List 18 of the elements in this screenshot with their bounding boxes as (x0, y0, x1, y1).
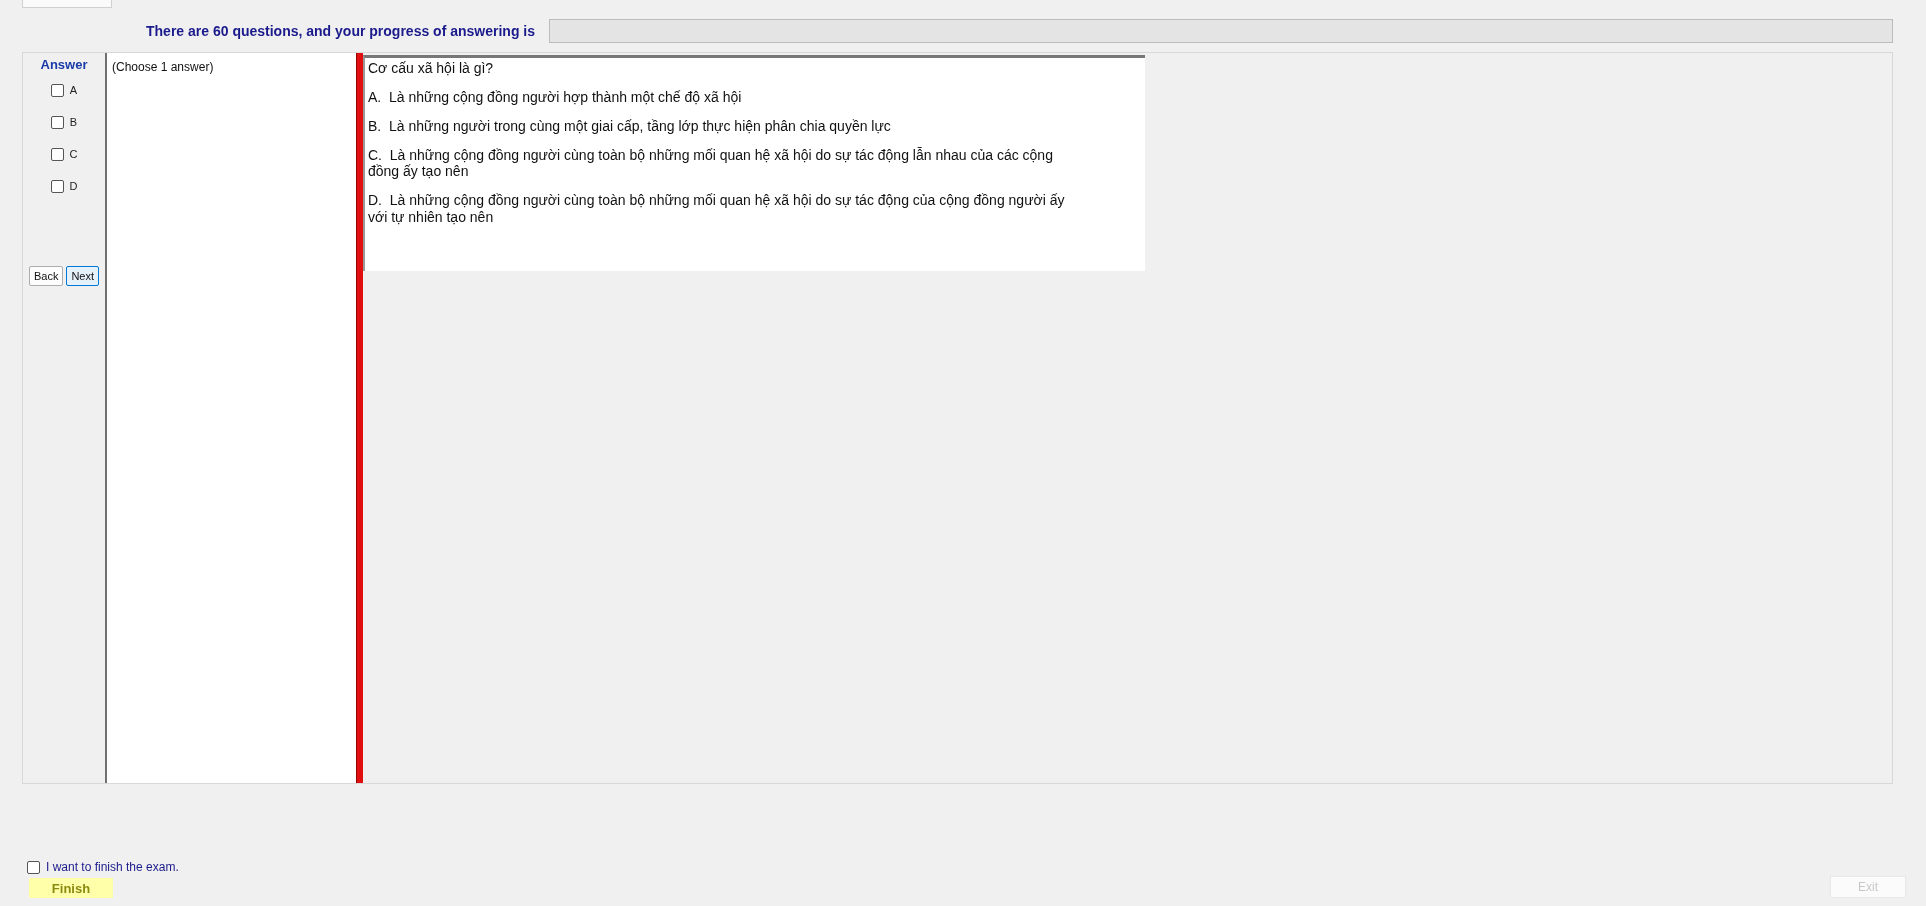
splitter[interactable] (356, 53, 363, 783)
answer-checkbox[interactable]: D (50, 170, 78, 202)
tab[interactable] (22, 0, 112, 8)
progress-label: There are 60 questions, and your progress of answering is (146, 23, 535, 39)
choice-text: C. Là những cộng đồng người cùng toàn bộ những mối quan hệ xã hội do sự tác động lẫn nhau của các cộng đồng ấy tạo nên (368, 147, 1054, 180)
choice-text: D. Là những cộng đồng người cùng toàn bộ những mối quan hệ xã hội do sự tác động của cộng đồng người ấy với tự nhiên tạo nên (368, 192, 1066, 225)
finish-checkbox[interactable]: I want to finish the exam. (27, 860, 179, 874)
answer-title: Answer (40, 57, 88, 72)
instruction-text: (Choose 1 answer) (112, 60, 214, 74)
back-button[interactable]: Back (28, 266, 64, 286)
answer-checkbox[interactable]: B (50, 106, 78, 138)
answer-checkbox[interactable]: C (50, 138, 78, 170)
question-text: Cơ cấu xã hội là gì? (368, 60, 495, 77)
next-button[interactable]: Next (66, 266, 100, 286)
choice-text: B. Là những người trong cùng một giai cấp, tầng lớp thực hiện phân chia quyền lực (368, 118, 892, 135)
answer-checkbox[interactable]: A (50, 74, 78, 106)
choice-text: A. Là những cộng đồng người hợp thành một chế độ xã hội (368, 89, 743, 106)
finish-button[interactable]: Finish (29, 878, 113, 898)
